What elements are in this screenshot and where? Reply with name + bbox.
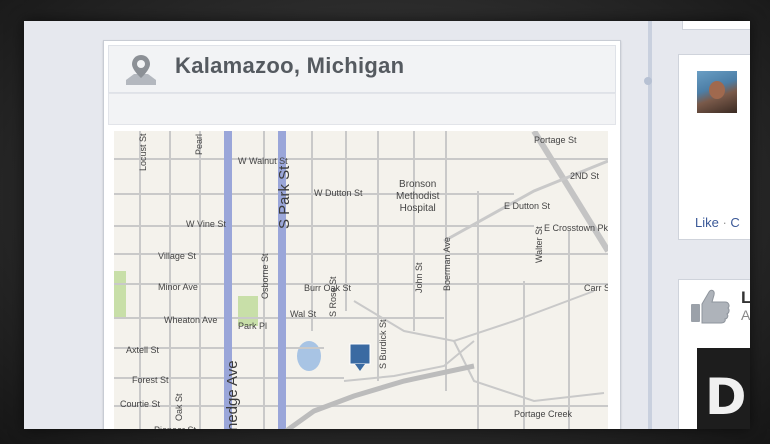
map-label-village: Village St (158, 251, 196, 261)
map-label-westnedge: nedge Ave (224, 360, 241, 429)
water-pond (297, 341, 321, 371)
map-label-ecrosstown: E Crosstown Pkwy (544, 223, 608, 233)
post-card: Like · C (678, 54, 750, 240)
map-view[interactable]: Locust St Pearl W Walnut St W Dutton St W Vi… (114, 131, 608, 429)
map-label-vine: W Vine St (186, 219, 226, 229)
post-actions: Like · C (695, 215, 740, 230)
location-header: Kalamazoo, Michigan (108, 45, 616, 93)
map-label-forest: Forest St (132, 375, 169, 385)
map-label-axtell: Axtell St (126, 345, 160, 355)
map-label-carr: Carr St (584, 283, 608, 293)
map-roads (114, 131, 608, 429)
map-label-burdick: S Burdick St (378, 319, 388, 369)
map-label-portage: Portage St (534, 135, 577, 145)
promo-text: D (705, 368, 747, 426)
like-box-title[interactable]: L (741, 288, 750, 308)
previous-post-card (682, 21, 750, 30)
map-label-walter: Walter St (534, 226, 544, 263)
location-marker[interactable] (349, 343, 371, 371)
like-box-subtitle: A (741, 307, 750, 323)
map-label-courtie: Courtie St (120, 399, 161, 409)
map-label-wheaton: Wheaton Ave (164, 315, 218, 325)
avatar[interactable] (697, 71, 737, 113)
map-label-portagecreek: Portage Creek (514, 409, 573, 419)
map-label-rose: S Rose St (328, 276, 338, 317)
map-pin-icon (126, 55, 156, 85)
map-label-john: John St (414, 262, 424, 293)
map-label-boerman: Boerman Ave (442, 237, 452, 291)
minor-streets (114, 131, 608, 429)
map-label-edutton: E Dutton St (504, 201, 551, 211)
map-label-walst: Wal St (290, 309, 317, 319)
map-label-parkpl: Park Pl (238, 321, 268, 331)
map-label-minor: Minor Ave (158, 282, 198, 292)
map-label-pioneer: Pioneer St (154, 425, 196, 429)
map-label-pearl: Pearl (194, 133, 204, 155)
park-area-west (114, 271, 126, 317)
map-label-sparkst: S Park St (276, 165, 293, 229)
comment-link[interactable]: C (730, 215, 739, 230)
location-subheader (108, 93, 616, 125)
map-label-hospital: Bronson Methodist Hospital (396, 179, 440, 214)
promo-image[interactable]: D (697, 348, 750, 429)
map-label-secondst: 2ND St (570, 171, 600, 181)
map-label-oak: Oak St (174, 393, 184, 421)
browser-screen: Kalamazoo, Michigan Locust St Pearl W Wa… (24, 21, 750, 429)
like-box: L A D (678, 279, 750, 429)
map-label-osborne: Osborne St (260, 253, 270, 299)
location-title[interactable]: Kalamazoo, Michigan (175, 53, 404, 79)
map-label-dutton: W Dutton St (314, 188, 363, 198)
map-label-locust: Locust St (138, 133, 148, 171)
timeline-dot (644, 77, 652, 85)
map-label-walnut: W Walnut St (238, 156, 288, 166)
thumbs-up-icon (691, 289, 730, 324)
like-link[interactable]: Like (695, 215, 719, 230)
location-card: Kalamazoo, Michigan Locust St Pearl W Wa… (103, 40, 621, 429)
